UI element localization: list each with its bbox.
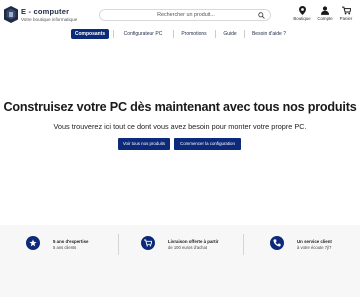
store-locator-button[interactable]: Boutique <box>293 6 311 21</box>
search-input[interactable]: Rechercher un produit... <box>100 10 272 22</box>
hero-subtitle: Vous trouverez ici tout ce dont vous ave… <box>53 122 307 131</box>
location-pin-icon <box>298 6 306 15</box>
account-button[interactable]: Compte <box>316 6 334 21</box>
view-products-button[interactable]: Voir tous nos produits <box>118 138 170 150</box>
hero-title: Construisez votre PC dès maintenant avec… <box>3 100 357 114</box>
start-config-button[interactable]: Commencer la configuration <box>174 138 241 150</box>
site-header: E - computer Votre boutique informatique… <box>0 0 360 28</box>
nav-divider <box>173 30 174 38</box>
nav-divider <box>113 30 114 38</box>
search-bar[interactable]: Rechercher un produit... <box>99 9 271 21</box>
nav-item-configurateur[interactable]: Configurateur PC <box>117 29 169 39</box>
brand-tagline: Votre boutique informatique <box>21 17 78 22</box>
cart-button[interactable]: Panier <box>337 6 355 21</box>
feature-support-title: Un service client <box>297 239 332 244</box>
nav-divider <box>244 30 245 38</box>
search-icon[interactable] <box>258 12 265 19</box>
feature-divider <box>243 234 244 255</box>
cart-label: Panier <box>339 16 353 21</box>
feature-expertise-badge <box>26 236 40 250</box>
feature-support-badge <box>270 236 284 250</box>
user-icon <box>321 6 329 15</box>
store-label: Boutique <box>293 16 311 21</box>
cart-icon <box>341 6 351 15</box>
nav-item-aide[interactable]: Besoin d'aide ? <box>247 29 291 39</box>
feature-expertise-title: 5 ans d'expertise <box>53 239 89 244</box>
nav-item-composants[interactable]: Composants <box>71 29 109 39</box>
nav-item-guide[interactable]: Guide <box>218 29 242 39</box>
feature-support-sub: à votre écoute 7j/7 <box>297 245 332 250</box>
feature-delivery-title: Livraison offerte à partir <box>168 239 219 244</box>
feature-delivery-badge <box>141 236 155 250</box>
features-band: 5 ans d'expertise 5 ans clients Livraiso… <box>0 225 360 297</box>
feature-divider <box>118 234 119 255</box>
nav-item-promotions[interactable]: Promotions <box>176 29 212 39</box>
nav-divider <box>215 30 216 38</box>
logo-icon[interactable] <box>4 6 18 23</box>
feature-delivery-sub: de 100 euros d'achat <box>168 245 207 250</box>
main-nav: Composants Configurateur PC Promotions G… <box>0 29 360 39</box>
account-label: Compte <box>317 16 333 21</box>
feature-expertise-sub: 5 ans clients <box>53 245 77 250</box>
phone-icon <box>273 239 281 247</box>
brand-title[interactable]: E - computer <box>21 7 69 16</box>
star-icon <box>29 239 37 247</box>
cart-icon <box>144 239 152 247</box>
hero-section: Construisez votre PC dès maintenant avec… <box>0 40 360 210</box>
